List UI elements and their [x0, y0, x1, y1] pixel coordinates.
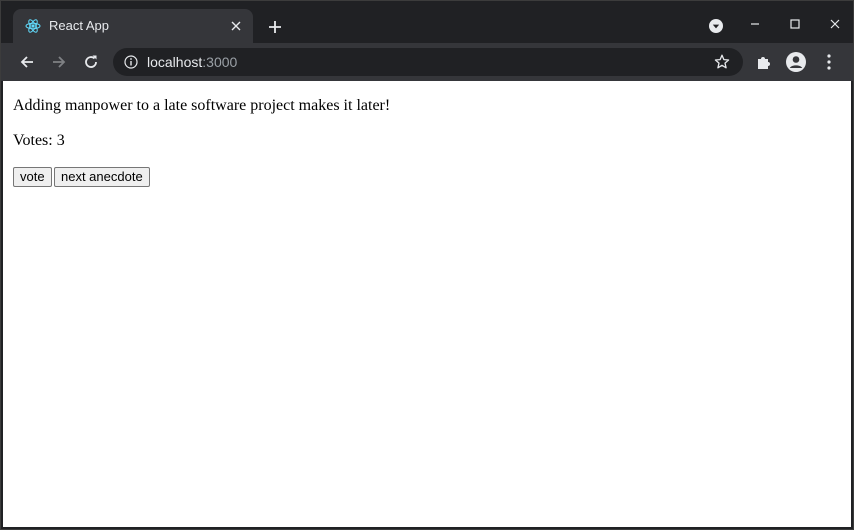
url-text[interactable]: localhost:3000 [147, 54, 237, 70]
vote-button[interactable]: vote [13, 167, 52, 187]
profile-avatar-icon[interactable] [783, 49, 809, 75]
close-icon[interactable] [227, 17, 245, 35]
window-close-icon[interactable] [823, 13, 847, 35]
react-logo-icon [25, 18, 41, 34]
url-host: localhost [147, 54, 203, 70]
tab-react-app[interactable]: React App [13, 9, 253, 43]
tab-search-icon[interactable] [705, 15, 727, 37]
next-anecdote-button[interactable]: next anecdote [54, 167, 150, 187]
anecdote-text: Adding manpower to a late software proje… [13, 97, 391, 114]
browser-toolbar: localhost:3000 [1, 43, 853, 81]
address-bar[interactable]: localhost:3000 [113, 48, 743, 76]
url-port: :3000 [202, 54, 238, 70]
forward-arrow-icon[interactable] [46, 49, 72, 75]
tab-strip: React App [1, 1, 853, 43]
maximize-icon[interactable] [783, 13, 807, 35]
back-arrow-icon[interactable] [14, 49, 40, 75]
bookmark-star-icon[interactable] [713, 53, 731, 71]
reload-icon[interactable] [78, 49, 104, 75]
site-info-icon[interactable] [123, 54, 139, 70]
extensions-puzzle-icon[interactable] [751, 49, 777, 75]
tab-title: React App [49, 18, 109, 33]
votes-count: Votes: 3 [13, 132, 65, 149]
new-tab-plus-icon[interactable] [263, 15, 287, 39]
minimize-icon[interactable] [743, 13, 767, 35]
browser-window: React App localhost:3000 Adding manpower… [0, 0, 854, 530]
page-content: Adding manpower to a late software proje… [3, 81, 851, 527]
kebab-menu-icon[interactable] [816, 49, 842, 75]
